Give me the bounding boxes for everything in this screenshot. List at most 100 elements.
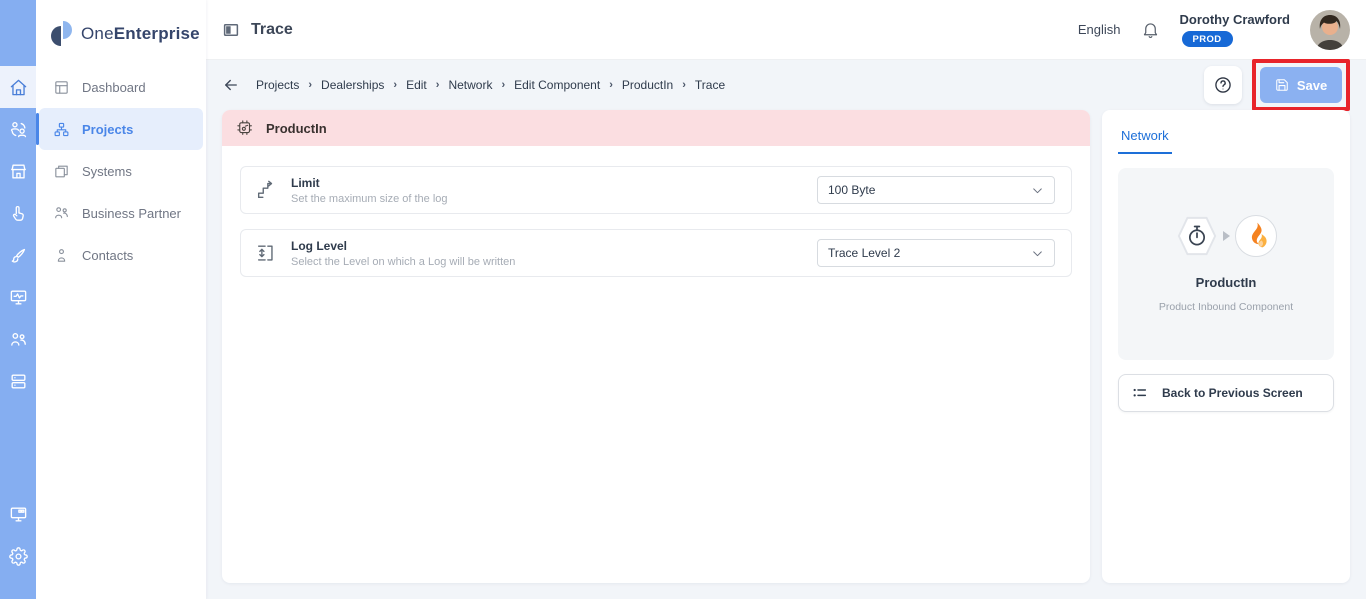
sidebar-item-label: Systems xyxy=(82,164,132,179)
sidebar-item-dashboard[interactable]: Dashboard xyxy=(36,66,206,108)
limit-dropdown[interactable]: 100 Byte xyxy=(817,176,1055,204)
setting-text: Limit Set the maximum size of the log xyxy=(291,176,448,205)
content-area: Projects › Dealerships › Edit › Network … xyxy=(206,60,1366,599)
breadcrumb-item[interactable]: Network xyxy=(448,78,492,92)
sidebar-item-label: Dashboard xyxy=(82,80,146,95)
breadcrumb-separator: › xyxy=(436,79,440,91)
paintbrush-icon xyxy=(9,246,28,265)
breadcrumb-separator: › xyxy=(682,79,686,91)
chevron-down-icon xyxy=(1031,184,1044,197)
panel-layout-icon xyxy=(222,21,240,39)
rail-item-user-exchange[interactable] xyxy=(0,108,36,150)
active-indicator-bar xyxy=(36,113,39,145)
network-panel: Network ProductIn Product Inbound Compon… xyxy=(1102,110,1350,583)
breadcrumb-item[interactable]: Dealerships xyxy=(321,78,384,92)
sidebar-item-label: Business Partner xyxy=(82,206,181,221)
brand-logo[interactable]: OneEnterprise xyxy=(36,0,206,52)
rail-item-settings[interactable] xyxy=(0,535,36,577)
breadcrumb-row: Projects › Dealerships › Edit › Network … xyxy=(222,60,1350,110)
monitor-apps-icon xyxy=(9,505,28,524)
page-title-text: Trace xyxy=(251,21,293,39)
icon-rail xyxy=(0,0,36,599)
rail-item-stack[interactable] xyxy=(0,360,36,402)
rail-item-tap-select[interactable] xyxy=(0,192,36,234)
save-annotation-highlight: Save xyxy=(1252,59,1350,111)
component-config-icon xyxy=(236,119,254,137)
breadcrumb-item[interactable]: Trace xyxy=(695,78,725,92)
breadcrumb-separator: › xyxy=(308,79,312,91)
trace-settings-card: ProductIn Limit Set the maximum size of … xyxy=(222,110,1090,583)
brand-mark-icon xyxy=(48,19,76,49)
main-area: Trace English Dorothy Crawford PROD Proj… xyxy=(206,0,1366,599)
component-card-header: ProductIn xyxy=(222,110,1090,146)
log-level-icon xyxy=(255,242,277,264)
sidebar-item-systems[interactable]: Systems xyxy=(36,150,206,192)
rail-item-home[interactable] xyxy=(0,66,36,108)
help-button[interactable] xyxy=(1204,66,1242,104)
sidebar-item-label: Projects xyxy=(82,122,133,137)
people-icon xyxy=(9,330,28,349)
limit-icon xyxy=(255,179,277,201)
chevron-down-icon xyxy=(1031,247,1044,260)
dropdown-value: 100 Byte xyxy=(828,183,875,197)
user-exchange-icon xyxy=(9,120,28,139)
store-icon xyxy=(9,162,28,181)
breadcrumb-item[interactable]: Edit xyxy=(406,78,427,92)
breadcrumb-separator: › xyxy=(501,79,505,91)
rail-item-people[interactable] xyxy=(0,318,36,360)
page-title: Trace xyxy=(222,21,293,39)
breadcrumb-item[interactable]: Edit Component xyxy=(514,78,600,92)
save-button-label: Save xyxy=(1297,78,1327,93)
sidebar-item-business-partner[interactable]: Business Partner xyxy=(36,192,206,234)
save-button[interactable]: Save xyxy=(1260,67,1342,103)
gear-icon xyxy=(9,547,28,566)
save-floppy-icon xyxy=(1275,78,1289,92)
network-preview-card: ProductIn Product Inbound Component xyxy=(1118,168,1334,360)
language-selector[interactable]: English xyxy=(1078,22,1121,37)
trace-settings-body: Limit Set the maximum size of the log 10… xyxy=(222,146,1090,312)
sidebar: OneEnterprise Dashboard Projects Systems… xyxy=(36,0,206,599)
notifications-bell-icon[interactable] xyxy=(1141,20,1160,39)
dropdown-value: Trace Level 2 xyxy=(828,246,900,260)
tab-network[interactable]: Network xyxy=(1118,120,1172,154)
cards-row: ProductIn Limit Set the maximum size of … xyxy=(222,110,1350,583)
setting-description: Set the maximum size of the log xyxy=(291,193,448,205)
rail-item-monitor-apps[interactable] xyxy=(0,493,36,535)
breadcrumb-item[interactable]: Projects xyxy=(256,78,299,92)
back-to-previous-screen-button[interactable]: Back to Previous Screen xyxy=(1118,374,1334,412)
breadcrumb-item[interactable]: ProductIn xyxy=(622,78,673,92)
sidebar-item-contacts[interactable]: Contacts xyxy=(36,234,206,276)
log-level-dropdown[interactable]: Trace Level 2 xyxy=(817,239,1055,267)
sidebar-item-projects[interactable]: Projects xyxy=(39,108,203,150)
setting-title: Log Level xyxy=(291,239,515,253)
component-flame-logo-icon xyxy=(1235,215,1277,257)
environment-badge: PROD xyxy=(1182,31,1233,47)
flow-arrow-icon xyxy=(1223,231,1230,241)
rail-item-store[interactable] xyxy=(0,150,36,192)
breadcrumb: Projects › Dealerships › Edit › Network … xyxy=(256,78,725,92)
home-icon xyxy=(9,78,28,97)
brand-name: OneEnterprise xyxy=(81,24,200,44)
rail-bottom-group xyxy=(0,493,36,599)
setting-row-limit: Limit Set the maximum size of the log 10… xyxy=(240,166,1072,214)
breadcrumb-separator: › xyxy=(609,79,613,91)
setting-description: Select the Level on which a Log will be … xyxy=(291,256,515,268)
systems-icon xyxy=(53,163,70,180)
projects-icon xyxy=(53,121,70,138)
component-card-title: ProductIn xyxy=(266,121,327,136)
breadcrumb-separator: › xyxy=(393,79,397,91)
timer-hexagon-icon xyxy=(1176,215,1218,257)
back-button-label: Back to Previous Screen xyxy=(1162,386,1303,400)
rail-item-paintbrush[interactable] xyxy=(0,234,36,276)
user-avatar[interactable] xyxy=(1310,10,1350,50)
setting-row-log-level: Log Level Select the Level on which a Lo… xyxy=(240,229,1072,277)
rail-item-monitor-activity[interactable] xyxy=(0,276,36,318)
top-bar-right: English Dorothy Crawford PROD xyxy=(1078,10,1350,50)
list-icon xyxy=(1132,385,1148,401)
component-name: ProductIn xyxy=(1196,275,1257,290)
user-menu[interactable]: Dorothy Crawford PROD xyxy=(1180,12,1291,47)
tap-select-icon xyxy=(9,204,28,223)
rail-spacer xyxy=(0,0,36,66)
setting-title: Limit xyxy=(291,176,448,190)
back-arrow-button[interactable] xyxy=(222,76,240,94)
